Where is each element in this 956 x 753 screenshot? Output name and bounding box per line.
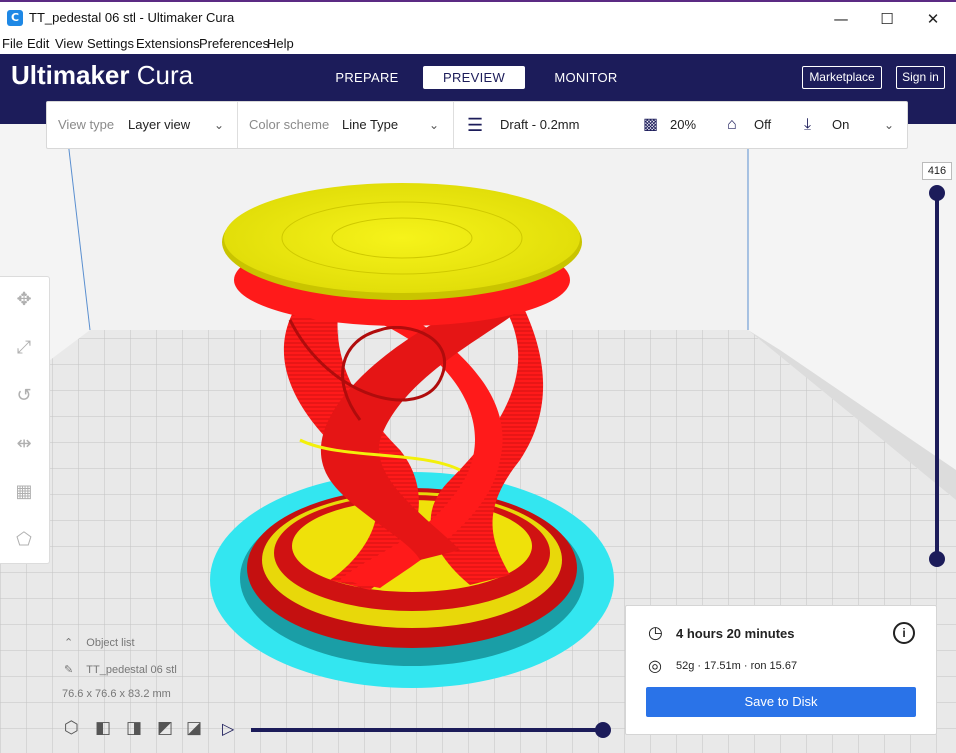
pencil-icon[interactable]: ✎ (64, 664, 73, 676)
chevron-down-icon[interactable]: ⌄ (429, 102, 439, 148)
view-front-icon[interactable]: ◧ (95, 718, 111, 738)
object-list-toggle[interactable]: ⌃ Object list (64, 636, 224, 649)
mirror-tool-icon[interactable]: ⇹ (12, 432, 36, 456)
layer-slider-bottom-handle[interactable] (929, 551, 945, 567)
print-time: 4 hours 20 minutes (676, 626, 795, 641)
tab-monitor[interactable]: MONITOR (546, 66, 626, 89)
menu-preferences[interactable]: Preferences (199, 36, 269, 51)
scale-tool-icon[interactable]: ⤢ (12, 336, 36, 360)
current-layer-field[interactable]: 416 (922, 162, 952, 180)
menu-edit[interactable]: Edit (27, 36, 49, 51)
window-titlebar: C TT_pedestal 06 stl - Ultimaker Cura — … (0, 0, 956, 34)
chevron-up-icon: ⌃ (64, 637, 74, 649)
profile-value[interactable]: Draft - 0.2mm (500, 102, 579, 148)
support-icon: ⌂ (727, 116, 737, 133)
view-left-icon[interactable]: ◩ (157, 718, 173, 738)
menu-bar: File Edit View Settings Extensions Prefe… (0, 34, 956, 54)
rotate-tool-icon[interactable]: ↺ (12, 384, 36, 408)
clock-icon: ◷ (648, 623, 663, 642)
divider (453, 102, 454, 148)
print-info-card: ◷ 4 hours 20 minutes i ◎ 52g · 17.51m · … (625, 605, 937, 735)
infill-value[interactable]: 20% (670, 102, 696, 148)
minimize-button[interactable]: — (818, 6, 864, 32)
menu-extensions[interactable]: Extensions (136, 36, 200, 51)
marketplace-button[interactable]: Marketplace (802, 66, 882, 89)
save-to-disk-button[interactable]: Save to Disk (646, 687, 916, 717)
close-button[interactable]: ✕ (910, 6, 956, 32)
color-scheme-select[interactable]: Line Type (342, 102, 398, 148)
object-dimensions: 76.6 x 76.6 x 83.2 mm (62, 688, 171, 700)
adhesion-icon: ⤓ (804, 116, 812, 133)
print-settings-icon[interactable]: ☰ (467, 102, 483, 148)
brand-product: Cura (136, 60, 194, 90)
layer-slider-top-handle[interactable] (929, 185, 945, 201)
menu-settings[interactable]: Settings (87, 36, 134, 51)
support-value[interactable]: Off (754, 102, 771, 148)
menu-view[interactable]: View (55, 36, 83, 51)
color-scheme-label: Color scheme (249, 117, 330, 132)
signin-button[interactable]: Sign in (896, 66, 945, 89)
object-row[interactable]: ✎ TT_pedestal 06 stl (64, 663, 264, 676)
view-right-icon[interactable]: ◪ (186, 718, 202, 738)
simulation-slider-track[interactable] (251, 728, 603, 732)
menu-help[interactable]: Help (267, 36, 294, 51)
tab-preview[interactable]: PREVIEW (423, 66, 525, 89)
window-title: TT_pedestal 06 stl - Ultimaker Cura (29, 10, 235, 25)
tool-panel: ✥ ⤢ ↺ ⇹ ▦ ⬠ (0, 276, 50, 564)
maximize-button[interactable]: ☐ (864, 6, 910, 32)
material-estimate: 52g · 17.51m · ron 15.67 (676, 660, 798, 672)
cura-app-icon: C (7, 10, 23, 26)
view-top-icon[interactable]: ◨ (126, 718, 142, 738)
layer-slider-track[interactable] (935, 193, 939, 559)
spool-icon: ◎ (648, 658, 662, 675)
simulation-slider-handle[interactable] (595, 722, 611, 738)
object-list-header: Object list (86, 637, 135, 649)
menu-file[interactable]: File (2, 36, 23, 51)
support-blocker-icon[interactable]: ⬠ (12, 528, 36, 552)
per-model-settings-icon[interactable]: ▦ (12, 480, 36, 504)
move-tool-icon[interactable]: ✥ (12, 288, 36, 312)
chevron-down-icon[interactable]: ⌄ (884, 102, 894, 148)
infill-icon: ▩ (643, 116, 659, 133)
play-icon[interactable]: ▷ (222, 719, 234, 738)
chevron-down-icon[interactable]: ⌄ (214, 102, 224, 148)
info-icon[interactable]: i (893, 622, 915, 644)
object-name: TT_pedestal 06 stl (86, 664, 177, 676)
brand-logo: Ultimaker Cura (11, 60, 193, 91)
tab-prepare[interactable]: PREPARE (330, 66, 404, 89)
adhesion-value[interactable]: On (832, 102, 849, 148)
view-type-select[interactable]: Layer view (128, 102, 190, 148)
view-3d-icon[interactable]: ⬡ (64, 718, 79, 738)
brand-name: Ultimaker (11, 60, 130, 90)
divider (237, 102, 238, 148)
view-type-label: View type (58, 117, 115, 132)
view-settings-bar: View type Layer view ⌄ Color scheme Line… (46, 101, 908, 149)
